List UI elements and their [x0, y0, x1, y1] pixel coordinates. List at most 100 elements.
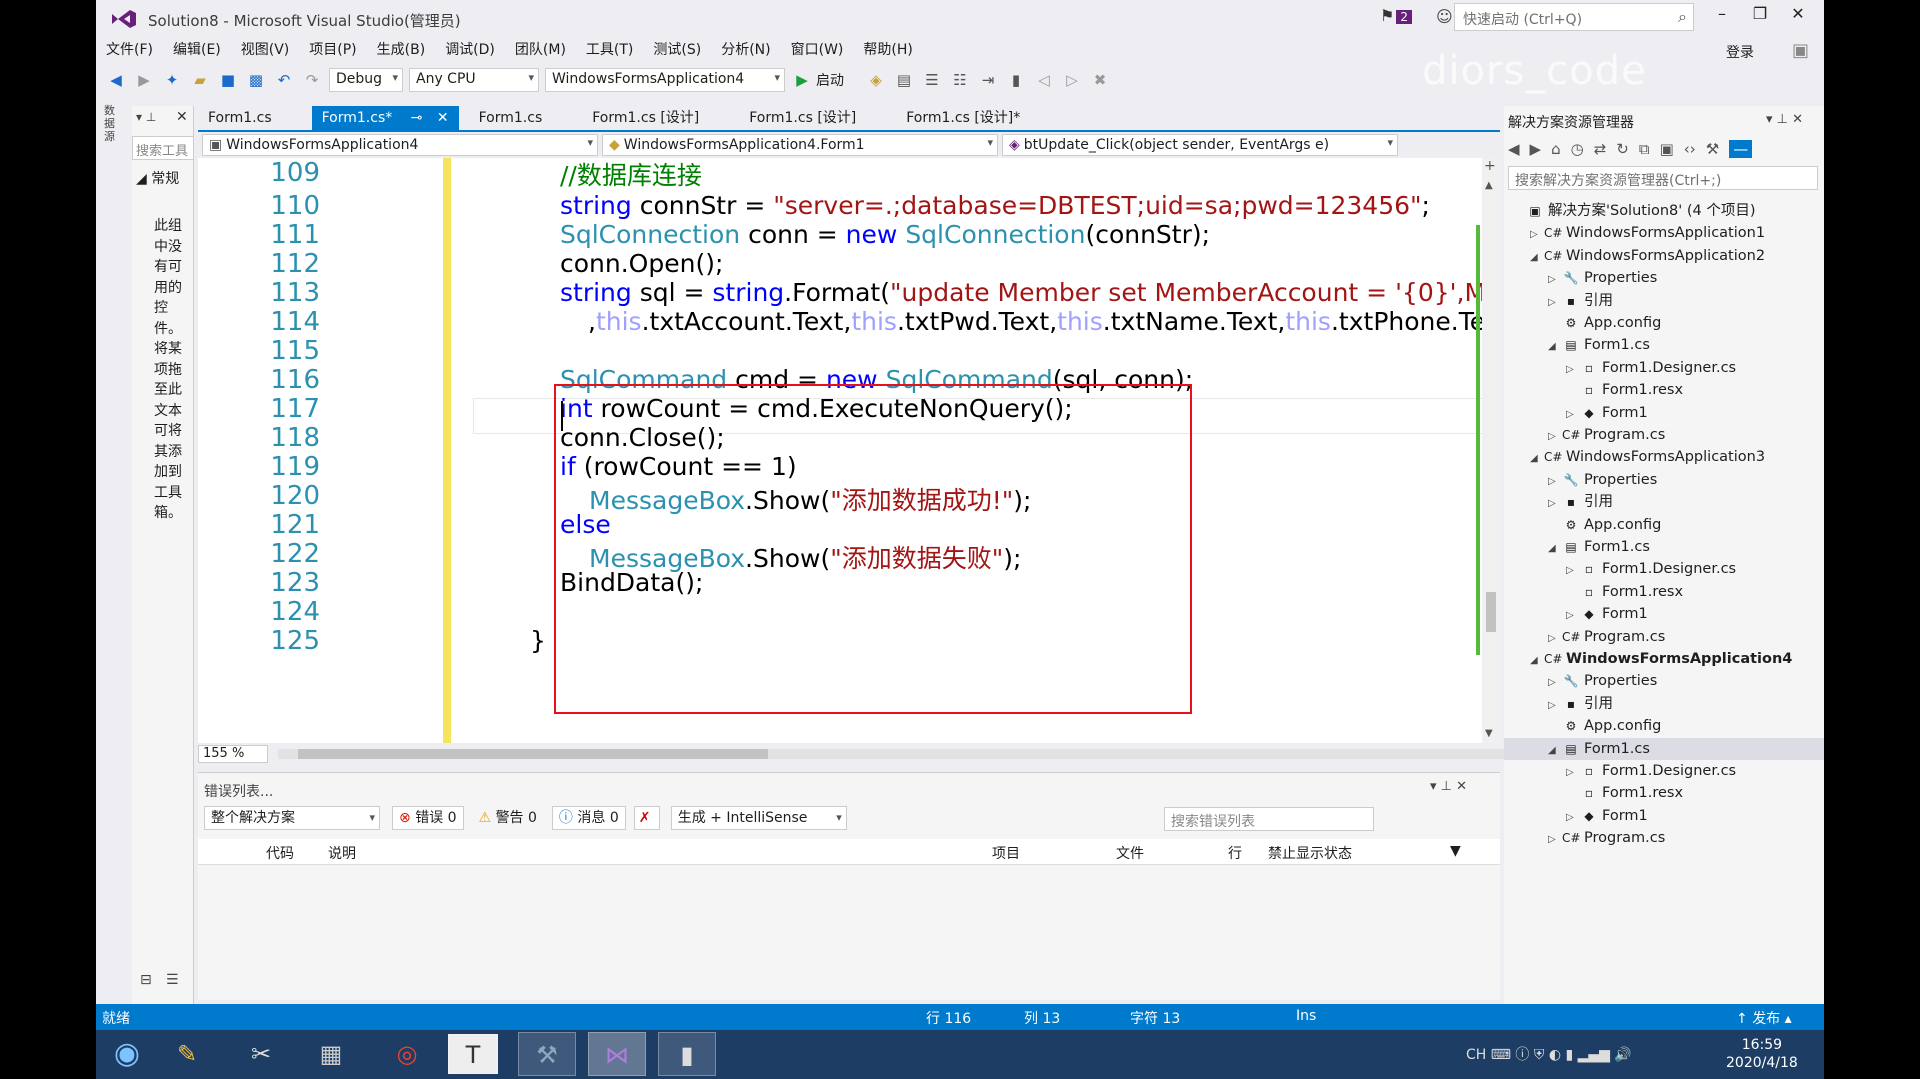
home-icon[interactable]: ⌂ — [1551, 140, 1561, 158]
menu-tools[interactable]: 工具(T) — [576, 38, 643, 62]
indent-icon[interactable]: ⇥ — [976, 68, 1000, 92]
bookmark-icon[interactable]: ▮ — [1004, 68, 1028, 92]
tree-item[interactable]: ▫ Form1.resx — [1504, 379, 1824, 401]
tree-item[interactable]: ▷ 🔧 Properties — [1504, 469, 1824, 491]
taskbar-tools-icon[interactable]: ⚒ — [518, 1032, 576, 1076]
tree-item[interactable]: ▷ ◆ Form1 — [1504, 603, 1824, 625]
feedback-icon[interactable]: ☺ — [1436, 7, 1453, 26]
doc-tab[interactable]: Form1.cs [设计]* — [896, 106, 1030, 130]
expander-icon[interactable]: ▷ — [1548, 829, 1562, 851]
scroll-down-icon[interactable]: ▼ — [1485, 728, 1493, 739]
expander-icon[interactable]: ▷ — [1566, 560, 1580, 582]
view-code-icon[interactable]: ‹› — [1684, 140, 1696, 158]
taskbar-typora-icon[interactable]: T — [448, 1034, 498, 1074]
taskbar-sql-server-icon[interactable]: ▮ — [658, 1032, 716, 1076]
scroll-thumb[interactable] — [1486, 592, 1496, 632]
back-icon[interactable]: ◀ — [1508, 140, 1520, 158]
expander-icon[interactable]: ▷ — [1548, 426, 1562, 448]
bookmark-prev-icon[interactable]: ◁ — [1032, 68, 1056, 92]
new-project-icon[interactable]: ✦ — [160, 68, 184, 92]
toolbox-bottom-icon[interactable]: ⊟ — [140, 972, 152, 988]
tree-item[interactable]: ◢ C# WindowsFormsApplication4 — [1504, 648, 1824, 670]
expander-icon[interactable]: ▷ — [1548, 471, 1562, 493]
code-editor[interactable]: 109 110 111 112 113 114 115 116 117 118 … — [198, 158, 1488, 743]
member-nav-select[interactable]: ◈ btUpdate_Click(object sender, EventArgs… — [1002, 134, 1398, 156]
tree-item[interactable]: ▷ ▫ Form1.Designer.cs — [1504, 558, 1824, 580]
preview-toggle-icon[interactable]: — — [1729, 140, 1753, 158]
project-nav-select[interactable]: ▣ WindowsFormsApplication4 — [202, 134, 598, 156]
taskbar-chrome-icon[interactable]: ◎ — [378, 1032, 436, 1076]
back-icon[interactable]: ◀ — [104, 68, 128, 92]
taskbar-visual-studio-icon[interactable]: ⋈ — [588, 1032, 646, 1076]
tree-item[interactable]: ▷ C# WindowsFormsApplication1 — [1504, 222, 1824, 244]
tree-item[interactable]: ▷ ▫ Form1.Designer.cs — [1504, 357, 1824, 379]
doc-tab[interactable]: Form1.cs [设计] — [582, 106, 709, 130]
col-line[interactable]: 行 — [1228, 843, 1242, 863]
bookmark-clear-icon[interactable]: ✖ — [1088, 68, 1112, 92]
panel-options-icon[interactable]: ▾ ⊥ ✕ — [1430, 779, 1467, 794]
editor-vertical-scrollbar[interactable]: + ▲ ▼ — [1482, 158, 1500, 743]
tree-item[interactable]: ⚙ App.config — [1504, 715, 1824, 737]
refresh-icon[interactable]: ↻ — [1616, 140, 1629, 158]
expander-icon[interactable]: ▷ — [1548, 628, 1562, 650]
tree-item[interactable]: ⚙ App.config — [1504, 312, 1824, 334]
scope-select[interactable]: 整个解决方案 — [204, 806, 380, 830]
tree-item[interactable]: ◢ C# WindowsFormsApplication2 — [1504, 245, 1824, 267]
menu-edit[interactable]: 编辑(E) — [163, 38, 231, 62]
tree-item[interactable]: ▣ 解决方案'Solution8' (4 个项目) — [1504, 200, 1824, 222]
redo-icon[interactable]: ↷ — [300, 68, 324, 92]
tree-item[interactable]: ▫ Form1.resx — [1504, 581, 1824, 603]
tree-item[interactable]: ◢ ▤ Form1.cs — [1504, 737, 1824, 760]
col-description[interactable]: 说明 — [328, 843, 356, 863]
forward-icon[interactable]: ▶ — [132, 68, 156, 92]
expander-icon[interactable]: ◢ — [1548, 336, 1562, 358]
menu-help[interactable]: 帮助(H) — [853, 38, 922, 62]
expander-icon[interactable]: ▷ — [1566, 605, 1580, 627]
tree-item[interactable]: ▷ ▪ 引用 — [1504, 491, 1824, 513]
expander-icon[interactable]: ▷ — [1548, 493, 1562, 515]
doc-tab[interactable]: Form1.cs — [198, 106, 282, 130]
bookmark-next-icon[interactable]: ▷ — [1060, 68, 1084, 92]
split-icon[interactable]: + — [1484, 158, 1496, 174]
expander-icon[interactable]: ▷ — [1566, 404, 1580, 426]
tree-item[interactable]: ◢ C# WindowsFormsApplication3 — [1504, 446, 1824, 468]
tree-item[interactable]: ▷ C# Program.cs — [1504, 626, 1824, 648]
col-file[interactable]: 文件 — [1116, 843, 1144, 863]
browser-link-icon[interactable]: ◈ — [864, 68, 888, 92]
doc-tab[interactable]: Form1.cs [设计] — [739, 106, 866, 130]
toolbox-group-general[interactable]: ◢ 常规 — [136, 168, 179, 188]
start-orb-icon[interactable]: ◉ — [98, 1032, 156, 1076]
menu-window[interactable]: 窗口(W) — [781, 38, 854, 62]
expander-icon[interactable]: ▷ — [1566, 762, 1580, 784]
open-file-icon[interactable]: ▰ — [188, 68, 212, 92]
login-link[interactable]: 登录 — [1726, 42, 1754, 62]
toolbar-extra-icon[interactable]: ▤ — [892, 68, 916, 92]
platform-select[interactable]: Any CPU — [409, 68, 539, 92]
tree-item[interactable]: ▷ 🔧 Properties — [1504, 267, 1824, 289]
panel-options-icon[interactable]: ▾ ⊥ ✕ — [1766, 112, 1803, 127]
close-tab-icon[interactable]: ✕ — [437, 110, 449, 126]
horizontal-scroll-thumb[interactable] — [298, 749, 768, 759]
save-icon[interactable]: ■ — [216, 68, 240, 92]
tree-item[interactable]: ▷ 🔧 Properties — [1504, 670, 1824, 692]
undo-icon[interactable]: ↶ — [272, 68, 296, 92]
col-project[interactable]: 项目 — [992, 843, 1020, 863]
restore-button[interactable]: ❐ — [1742, 4, 1778, 30]
pin-icon[interactable]: ⊸ — [411, 110, 423, 126]
tree-item[interactable]: ▫ Form1.resx — [1504, 782, 1824, 804]
start-play-icon[interactable]: ▶ — [790, 68, 814, 92]
solution-search-input[interactable]: 搜索解决方案资源管理器(Ctrl+;) — [1508, 166, 1818, 190]
notification-flag-icon[interactable]: ⚑ 2 — [1380, 6, 1412, 25]
menu-test[interactable]: 测试(S) — [643, 38, 711, 62]
publish-button[interactable]: ↑ 发布 ▴ — [1736, 1008, 1792, 1028]
account-icon[interactable]: ▣ — [1792, 40, 1809, 61]
minimize-button[interactable]: – — [1704, 4, 1740, 30]
toolbox-bottom-icon-2[interactable]: ☰ — [166, 972, 179, 988]
menu-file[interactable]: 文件(F) — [96, 38, 163, 62]
history-icon[interactable]: ◷ — [1571, 140, 1584, 158]
align-left-icon[interactable]: ☰ — [920, 68, 944, 92]
forward-icon[interactable]: ▶ — [1530, 140, 1542, 158]
tree-item[interactable]: ⚙ App.config — [1504, 514, 1824, 536]
doc-tab[interactable]: Form1.cs — [469, 106, 553, 130]
tree-item[interactable]: ◢ ▤ Form1.cs — [1504, 334, 1824, 356]
